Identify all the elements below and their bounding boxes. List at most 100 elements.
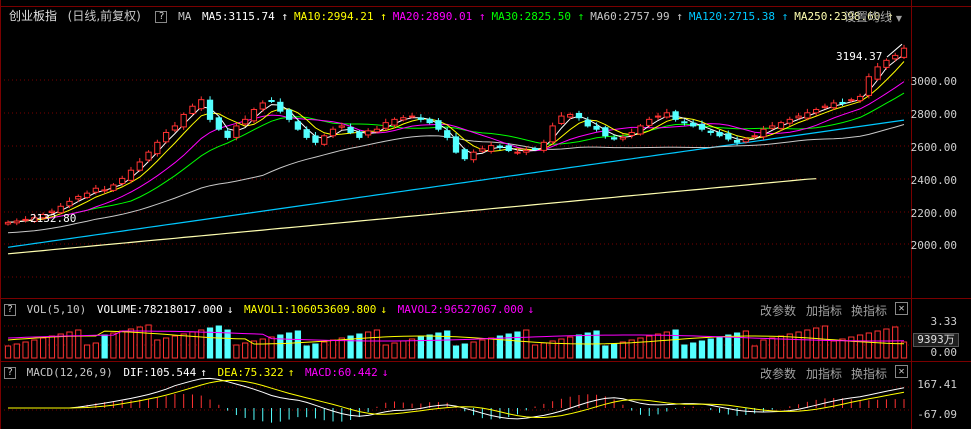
candle-body [215,117,222,130]
candle-body [171,125,179,131]
candle-body [733,140,741,143]
candle-body [391,118,398,126]
candle-body [303,129,310,138]
candle-body [593,125,600,130]
candle-body [725,133,732,140]
candle-body [92,187,99,193]
volume-bar [619,341,627,359]
candle-body [136,161,143,171]
candle-body [365,130,372,136]
volume-switch-indicator-button[interactable]: 换指标 [851,302,887,319]
candle-body [856,95,864,102]
y-tick-2200: 2200.00 [910,207,957,220]
macd-help-icon[interactable]: ? [4,367,16,379]
volume-bar [373,329,381,359]
candle-body [198,99,205,110]
volume-bar [101,334,108,359]
main-header: 创业板指 (日线,前复权) ? MA MA5:3115.74 ↑ MA10:299… [0,7,904,25]
candle-body [127,169,135,181]
volume-bar [242,342,249,359]
volume-name: VOL(5,10) [26,303,87,316]
volume-bar [733,332,741,359]
volume-bar [479,339,486,359]
macd-arrow-icon: ↓ [381,366,389,379]
candle-body [162,131,170,143]
macd-add-indicator-button[interactable]: 加指标 [806,365,842,382]
volume-params-button[interactable]: 改参数 [760,302,796,319]
candle-body [452,136,460,153]
volume-bar [470,341,477,359]
volume-bar [382,344,389,359]
candle-body [22,218,29,221]
candle-body [321,135,328,145]
candle-body [602,127,609,137]
volume-bar [558,338,565,359]
candle-body [83,192,91,198]
volume-close-icon[interactable]: ✕ [895,302,908,315]
volume-value: VOLUME:78218017.000 [96,303,223,316]
volume-bar [259,338,266,359]
candle-body [813,109,820,114]
candle-body [558,115,565,124]
candle-body [154,141,161,155]
volume-bar [900,341,908,359]
candle-body [777,122,785,129]
settings-ma-button[interactable]: 设置均线 ▼ [844,8,902,25]
candle-body [531,148,539,151]
candle-body [382,122,389,129]
candle-body [637,125,644,135]
candle-body [101,189,108,192]
high-price-label: 3194.37 [836,50,883,63]
volume-bar [321,341,328,359]
volume-add-indicator-button[interactable]: 加指标 [806,302,842,319]
volume-arrow-icon: ↓ [226,303,234,316]
candle-body [496,145,504,148]
volume-bar [716,336,723,359]
volume-bar [171,335,179,359]
index-title: 创业板指 [9,9,58,23]
macd-close-icon[interactable]: ✕ [895,365,908,378]
candle-body [435,120,442,130]
candle-body [488,145,495,152]
volume-bar [531,344,539,359]
candle-body [567,113,574,118]
volume-bar [461,343,468,359]
settings-ma-label: 设置均线 [844,10,893,24]
volume-bar [567,336,574,359]
volume-bar [198,329,205,359]
candle-body [514,151,521,154]
candle-body [13,220,20,224]
volume-bar [92,342,99,359]
volume-bar [514,331,521,359]
candle-body [505,145,512,152]
candle-body [628,131,635,136]
candle-body [119,177,126,184]
candle-body [865,76,872,96]
volume-bar [285,332,293,359]
macd-params-button[interactable]: 改参数 [760,365,796,382]
candle-body [75,195,82,200]
volume-bar [444,330,451,359]
candle-body [250,109,258,122]
volume-help-icon[interactable]: ? [4,304,16,316]
volume-bar [698,340,706,359]
dif-arrow-icon: ↑ [200,366,207,379]
candle-body [338,125,345,128]
volume-bar [145,324,152,359]
ma-legend-item: MA120:2715.38 ↑ [688,10,789,23]
dif-value: DIF:105.544 [123,366,197,379]
candle-body [690,122,697,127]
volume-bar [452,345,460,359]
chevron-down-icon: ▼ [895,14,902,23]
volume-bar [584,332,591,359]
mavol2-arrow-icon: ↓ [527,303,535,316]
candle-body [549,125,556,143]
macd-switch-indicator-button[interactable]: 换指标 [851,365,887,382]
volume-bar [786,333,793,359]
help-icon[interactable]: ? [155,11,168,23]
candle-body [742,138,750,143]
volume-bar [637,337,644,359]
candle-body [830,102,837,109]
volume-bar [13,343,20,359]
volume-bar [180,333,187,359]
